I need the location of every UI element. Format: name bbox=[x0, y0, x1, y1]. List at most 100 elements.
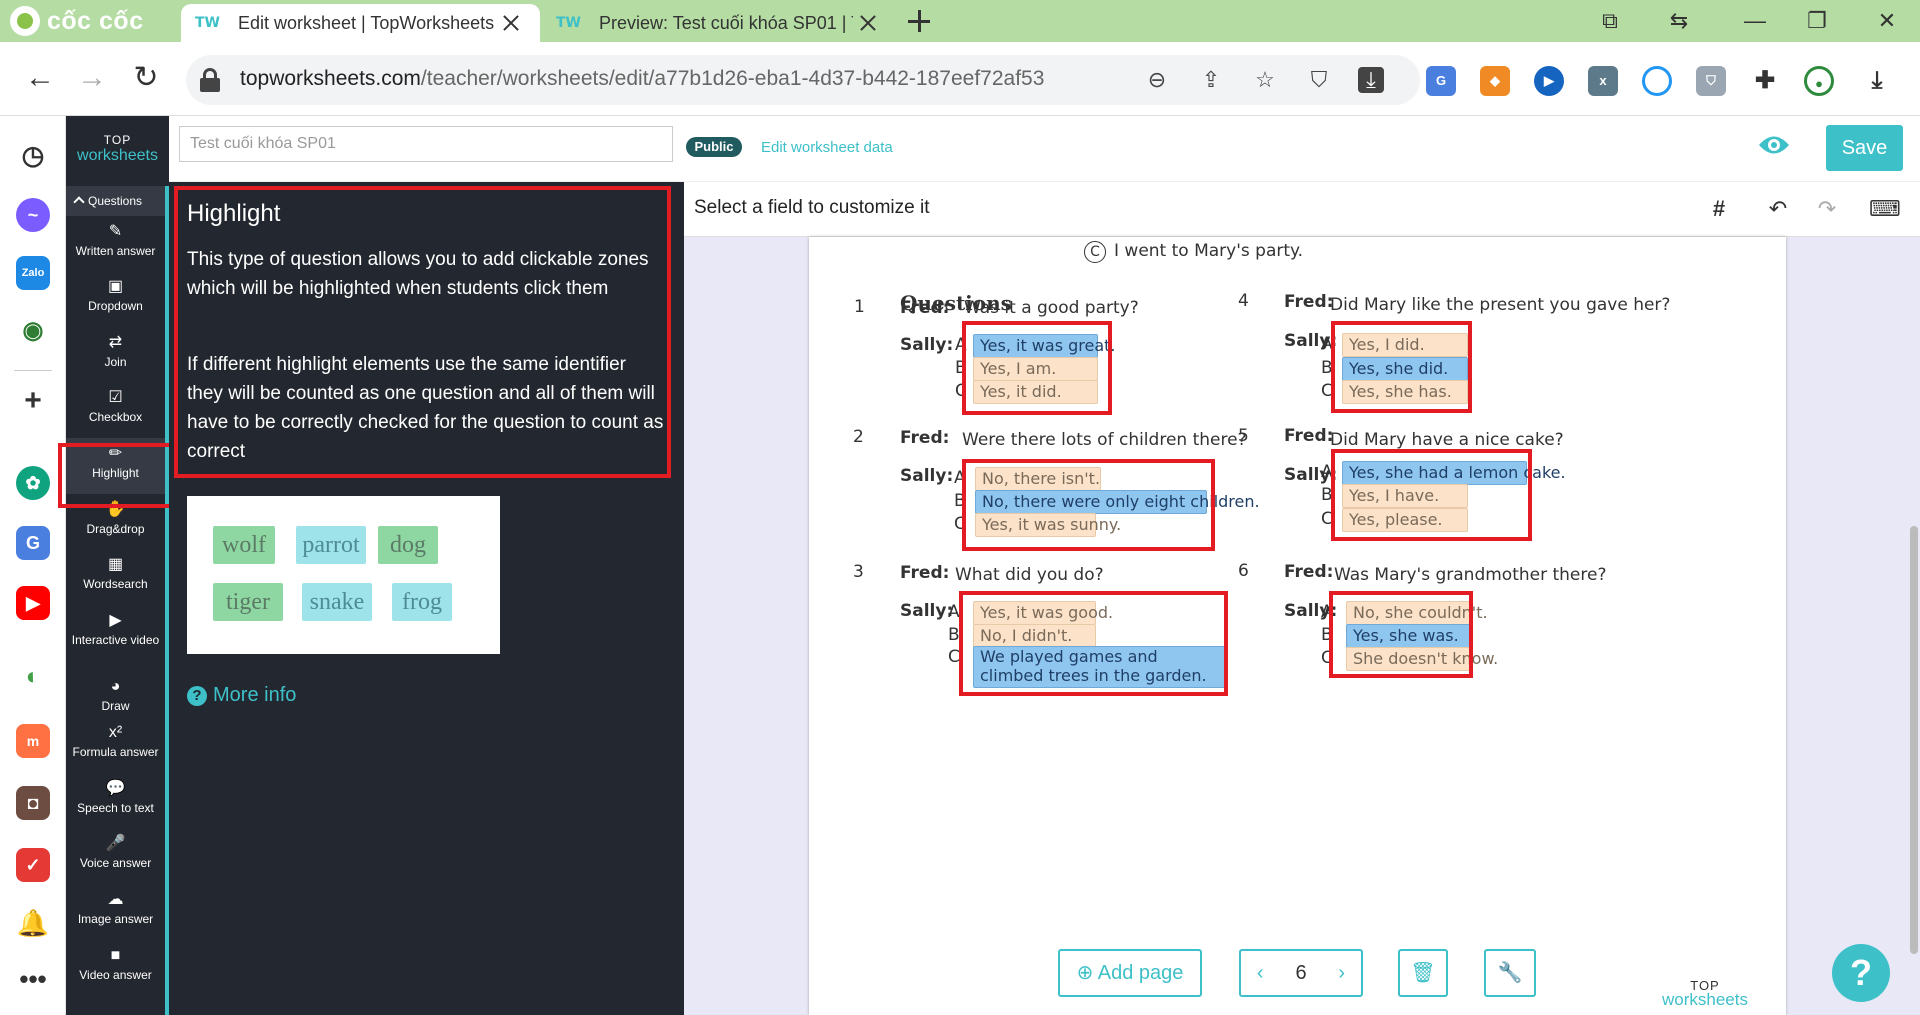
question-number: 5 bbox=[1238, 426, 1249, 446]
demo-word: tiger bbox=[213, 583, 283, 621]
question-number: 3 bbox=[853, 562, 864, 582]
browser-brand[interactable]: cốc cốc bbox=[10, 5, 144, 37]
delete-page-button[interactable]: 🗑 bbox=[1398, 949, 1448, 997]
game-controller-icon[interactable]: ◉ bbox=[16, 314, 50, 348]
edit-worksheet-data-link[interactable]: Edit worksheet data bbox=[761, 139, 893, 156]
topworksheets-logo[interactable]: TOP worksheets bbox=[66, 133, 169, 164]
tool-dropdown[interactable]: ▣ Dropdown bbox=[66, 271, 165, 327]
close-tab-icon[interactable] bbox=[853, 8, 883, 38]
privacy-extension-icon[interactable]: ⛉ bbox=[1696, 66, 1726, 96]
history-icon[interactable]: ◷ bbox=[16, 138, 50, 172]
help-description: This type of question allows you to add … bbox=[187, 249, 649, 299]
worksheet-page[interactable]: CI went to Mary's party. Questions 1 Fred… bbox=[809, 237, 1786, 1015]
tool-label: Dropdown bbox=[88, 299, 143, 313]
media-extension-icon[interactable]: ▶ bbox=[1534, 66, 1564, 96]
tab-edit-worksheet[interactable]: TW Edit worksheet | TopWorksheets bbox=[181, 4, 540, 42]
more-info-label: More info bbox=[213, 684, 297, 706]
questions-section-toggle[interactable]: Questions bbox=[66, 186, 165, 216]
download-page-icon[interactable]: ⤓ bbox=[1358, 67, 1384, 93]
tool-voice-answer[interactable]: 🎤 Voice answer bbox=[66, 828, 165, 884]
url-field[interactable]: topworksheets.com/teacher/worksheets/edi… bbox=[186, 55, 1420, 105]
tab-preview[interactable]: TW Preview: Test cuối khóa SP01 | Top bbox=[542, 4, 897, 42]
redo-icon[interactable]: ↷ bbox=[1814, 196, 1840, 222]
more-icon[interactable]: ••• bbox=[16, 962, 50, 996]
tool-icon: ■ bbox=[110, 947, 121, 964]
question-text: Was Mary's grandmother there? bbox=[1334, 565, 1607, 585]
share-icon[interactable]: ⇪ bbox=[1198, 67, 1224, 93]
tool-speech-to-text[interactable]: 💬 Speech to text bbox=[66, 773, 165, 829]
tool-icon: ☑ bbox=[108, 389, 123, 406]
tool-checkbox[interactable]: ☑ Checkbox bbox=[66, 382, 165, 438]
tool-formula-answer[interactable]: x² Formula answer bbox=[66, 717, 165, 773]
tool-label: Formula answer bbox=[72, 745, 159, 759]
tool-join[interactable]: ⇄ Join bbox=[66, 327, 165, 383]
wrench-icon: 🔧 bbox=[1497, 962, 1523, 984]
help-fab-button[interactable]: ? bbox=[1832, 944, 1890, 1002]
demo-word: wolf bbox=[213, 526, 275, 564]
tool-interactive-video[interactable]: ▶ Interactive video bbox=[66, 605, 165, 661]
preview-eye-icon[interactable] bbox=[1758, 132, 1790, 158]
minimize-button[interactable]: — bbox=[1741, 8, 1769, 34]
shield-icon[interactable]: ⛉ bbox=[1306, 67, 1332, 93]
speaker-fred: Fred: bbox=[1284, 292, 1334, 312]
topworksheets-footer-logo: TOP worksheets bbox=[1662, 978, 1748, 1009]
topworksheets-favicon-icon: TW bbox=[556, 15, 581, 31]
page-settings-button[interactable]: 🔧 bbox=[1484, 949, 1536, 997]
close-window-button[interactable]: ✕ bbox=[1873, 8, 1901, 34]
worksheet-title-input[interactable]: Test cuối khóa SP01 bbox=[179, 126, 673, 162]
tool-image-answer[interactable]: ☁ Image answer bbox=[66, 884, 165, 940]
tool-wordsearch[interactable]: ▦ Wordsearch bbox=[66, 549, 165, 605]
profile-avatar-icon[interactable]: ● bbox=[1804, 66, 1834, 96]
lock-icon[interactable] bbox=[200, 68, 220, 92]
zalo-icon[interactable]: Zalo bbox=[16, 256, 50, 290]
metamask-extension-icon[interactable]: ◆ bbox=[1480, 66, 1510, 96]
chatgpt-icon[interactable]: ✿ bbox=[16, 466, 50, 500]
tool-video-answer[interactable]: ■ Video answer bbox=[66, 940, 165, 996]
restore-button[interactable]: ❐ bbox=[1803, 8, 1831, 34]
highlight-group-callout bbox=[962, 321, 1112, 415]
sidebar-app-icon[interactable]: ◐ bbox=[16, 660, 50, 694]
translate-extension-icon[interactable]: G bbox=[1426, 66, 1456, 96]
shopping-app-icon[interactable]: m bbox=[16, 724, 50, 758]
checkmark-app-icon[interactable]: ✓ bbox=[16, 848, 50, 882]
reload-button[interactable]: ↻ bbox=[128, 60, 164, 96]
game-app-icon[interactable]: ◘ bbox=[16, 786, 50, 820]
tool-written-answer[interactable]: ✎ Written answer bbox=[66, 216, 165, 272]
back-forward-cache-icon[interactable]: ⇆ bbox=[1665, 8, 1693, 34]
speaker-sally: Sally: bbox=[900, 466, 954, 486]
url-text[interactable]: topworksheets.com/teacher/worksheets/edi… bbox=[240, 67, 1044, 91]
youtube-icon[interactable]: ▶ bbox=[16, 586, 50, 620]
screen-capture-icon[interactable]: ⧉ bbox=[1596, 8, 1624, 34]
save-button[interactable]: Save bbox=[1826, 125, 1903, 171]
tool-label: Join bbox=[104, 355, 127, 369]
speaker-fred: Fred: bbox=[900, 428, 950, 448]
google-translate-icon[interactable]: G bbox=[16, 526, 50, 560]
forward-button[interactable]: → bbox=[74, 60, 110, 96]
close-tab-icon[interactable] bbox=[496, 8, 526, 38]
new-tab-button[interactable] bbox=[907, 9, 931, 33]
downloads-icon[interactable]: ⤓ bbox=[1862, 66, 1892, 96]
zoom-out-icon[interactable]: ⊖ bbox=[1144, 67, 1170, 93]
field-ids-hash-icon[interactable]: # bbox=[1706, 196, 1732, 222]
prev-page-icon[interactable]: ‹ bbox=[1257, 951, 1264, 995]
bookmark-star-icon[interactable]: ☆ bbox=[1252, 67, 1278, 93]
vpn-extension-icon[interactable]: x bbox=[1588, 66, 1618, 96]
visibility-badge[interactable]: Public bbox=[686, 137, 742, 157]
tool-icon: ▣ bbox=[107, 278, 124, 295]
keyboard-icon[interactable]: ⌨ bbox=[1869, 196, 1901, 222]
tool-label: Interactive video bbox=[71, 633, 160, 647]
customize-hint: Select a field to customize it bbox=[694, 197, 930, 218]
canvas-scrollbar[interactable] bbox=[1910, 526, 1918, 954]
messenger-icon[interactable]: ~ bbox=[16, 198, 50, 232]
notifications-bell-icon[interactable]: 🔔 bbox=[16, 906, 50, 940]
next-page-icon[interactable]: › bbox=[1338, 951, 1345, 995]
extensions-puzzle-icon[interactable]: ✚ bbox=[1750, 66, 1780, 96]
add-sidebar-app-icon[interactable]: + bbox=[16, 384, 50, 418]
add-page-button[interactable]: ⊕ Add page bbox=[1058, 949, 1202, 997]
back-button[interactable]: ← bbox=[22, 60, 58, 96]
circle-extension-icon[interactable] bbox=[1642, 66, 1672, 96]
more-info-link[interactable]: ? More info bbox=[187, 684, 296, 707]
tool-label: Voice answer bbox=[79, 856, 152, 870]
coccoc-logo-icon bbox=[10, 6, 40, 36]
undo-icon[interactable]: ↶ bbox=[1765, 196, 1791, 222]
